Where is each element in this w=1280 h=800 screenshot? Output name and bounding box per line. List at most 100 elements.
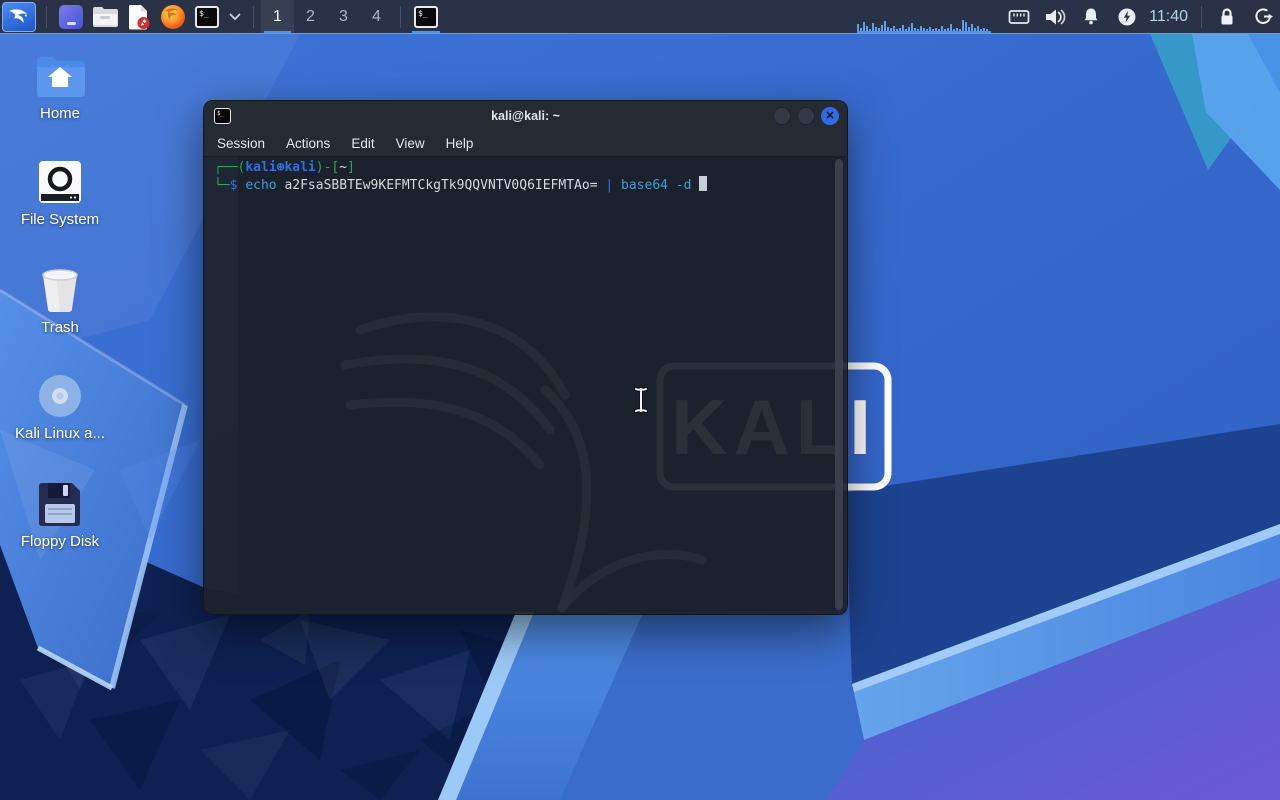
panel-separator [400,5,401,28]
drive-icon [12,158,108,206]
terminal-dropdown-button[interactable] [227,3,243,31]
workspace-button-3[interactable]: 3 [327,0,360,33]
workspace-button-1[interactable]: 1 [261,0,294,33]
workspace-button-4[interactable]: 4 [360,0,393,33]
menu-actions[interactable]: Actions [286,136,330,151]
panel-separator [253,5,254,28]
volume-icon [1046,9,1066,24]
terminal-icon: $_ [214,108,231,124]
cpu-bar [899,28,902,31]
cpu-bar [887,27,890,31]
terminal-icon: $_ [195,5,219,28]
minimize-button[interactable] [773,107,791,125]
launcher-window-app[interactable] [57,3,85,31]
desktop-icon-kali-linux[interactable]: Kali Linux a... [12,372,108,442]
trash-icon [12,266,108,314]
terminal-window[interactable]: $_ kali@kali: ~ ✕ Session Actions Edit V… [203,100,848,615]
cpu-bar [929,27,932,31]
lock-icon [1221,7,1233,24]
ethernet-tray-item[interactable] [1008,6,1030,28]
home-folder-icon [12,52,108,100]
cpu-bar [953,29,956,31]
terminal-icon: $_ [414,5,438,28]
cpu-bar [920,26,923,31]
cpu-bar [869,29,872,31]
desktop-icon-file-system[interactable]: File System [12,158,108,228]
ibeam-cursor [633,386,649,414]
kali-menu-button[interactable] [2,1,36,32]
cpu-bar [965,22,968,31]
taskbar-terminal-button[interactable]: $_ [408,0,444,33]
maximize-button[interactable] [797,107,815,125]
cpu-bar [908,27,911,31]
terminal-line: ┌──(kali⊛kali)-[~] [214,160,355,175]
terminal-line: └─$ echo a2FsaSBBTEw9KEFMTCkgTk9QQVNTV0Q… [214,176,847,194]
logout-button[interactable] [1252,6,1274,28]
cpu-bar [902,25,905,31]
cpu-bar [932,29,935,31]
folder-icon [93,6,118,27]
document-edit-icon [129,4,150,29]
cpu-bar [863,22,866,31]
top-panel: $_ 1234 $_ 11:40 [0,0,1280,34]
cpu-bar [890,28,893,31]
menu-edit[interactable]: Edit [351,136,374,151]
cpu-bar [983,28,986,31]
cpu-bar [941,26,944,31]
notifications-icon [1084,8,1098,24]
desktop-icon-label: Trash [41,319,79,336]
launcher-firefox[interactable] [159,3,187,31]
desktop-icon-trash[interactable]: Trash [12,266,108,336]
cpu-bar [917,29,920,31]
power-manager-icon [1118,8,1136,25]
cpu-bar [914,28,917,31]
cpu-bar [926,29,929,31]
panel-separator [46,5,47,28]
close-button[interactable]: ✕ [821,107,839,125]
launcher-terminal[interactable]: $_ [193,3,221,31]
desktop-icon-floppy-disk[interactable]: Floppy Disk [12,480,108,550]
cpu-bar [896,29,899,31]
lock-screen-button[interactable] [1216,6,1238,28]
cpu-graph[interactable] [857,0,992,33]
notifications-tray-item[interactable] [1080,6,1102,28]
launcher-file-manager[interactable] [91,3,119,31]
workspace-button-2[interactable]: 2 [294,0,327,33]
terminal-body[interactable]: ┌──(kali⊛kali)-[~] └─$ echo a2FsaSBBTEw9K… [204,157,847,614]
terminal-scrollbar[interactable] [835,159,843,610]
menu-view[interactable]: View [396,136,425,151]
cpu-bar [968,27,971,31]
desktop-icon-label: File System [20,211,100,228]
chevron-down-icon [229,13,241,20]
cpu-bar [860,28,863,31]
panel-separator [1201,5,1202,28]
desktop-icon-home[interactable]: Home [12,52,108,122]
window-buttons: ✕ [773,107,839,125]
cpu-bar [881,25,884,31]
window-title: kali@kali: ~ [491,109,560,123]
cpu-bar [980,29,983,31]
window-app-icon [59,4,83,29]
cpu-bar [971,24,974,31]
ethernet-icon [1008,9,1030,24]
volume-tray-item[interactable] [1044,6,1066,28]
cpu-bar [938,29,941,31]
cpu-bar [866,26,869,31]
cpu-bar [986,29,989,31]
cpu-bar [911,23,914,31]
cpu-bar [878,28,881,31]
floppy-icon [12,480,108,528]
menu-help[interactable]: Help [446,136,474,151]
logout-icon [1254,8,1273,24]
menu-session[interactable]: Session [217,136,265,151]
power-manager-tray-item[interactable] [1116,6,1138,28]
launcher-text-editor[interactable] [125,3,153,31]
cpu-bar [944,29,947,31]
cpu-bar [884,21,887,31]
clock[interactable]: 11:40 [1149,8,1188,26]
cpu-bar [872,23,875,31]
cpu-bar [905,29,908,31]
cpu-bar [977,26,980,31]
cpu-bar [875,27,878,31]
window-titlebar[interactable]: $_ kali@kali: ~ ✕ [204,101,847,131]
